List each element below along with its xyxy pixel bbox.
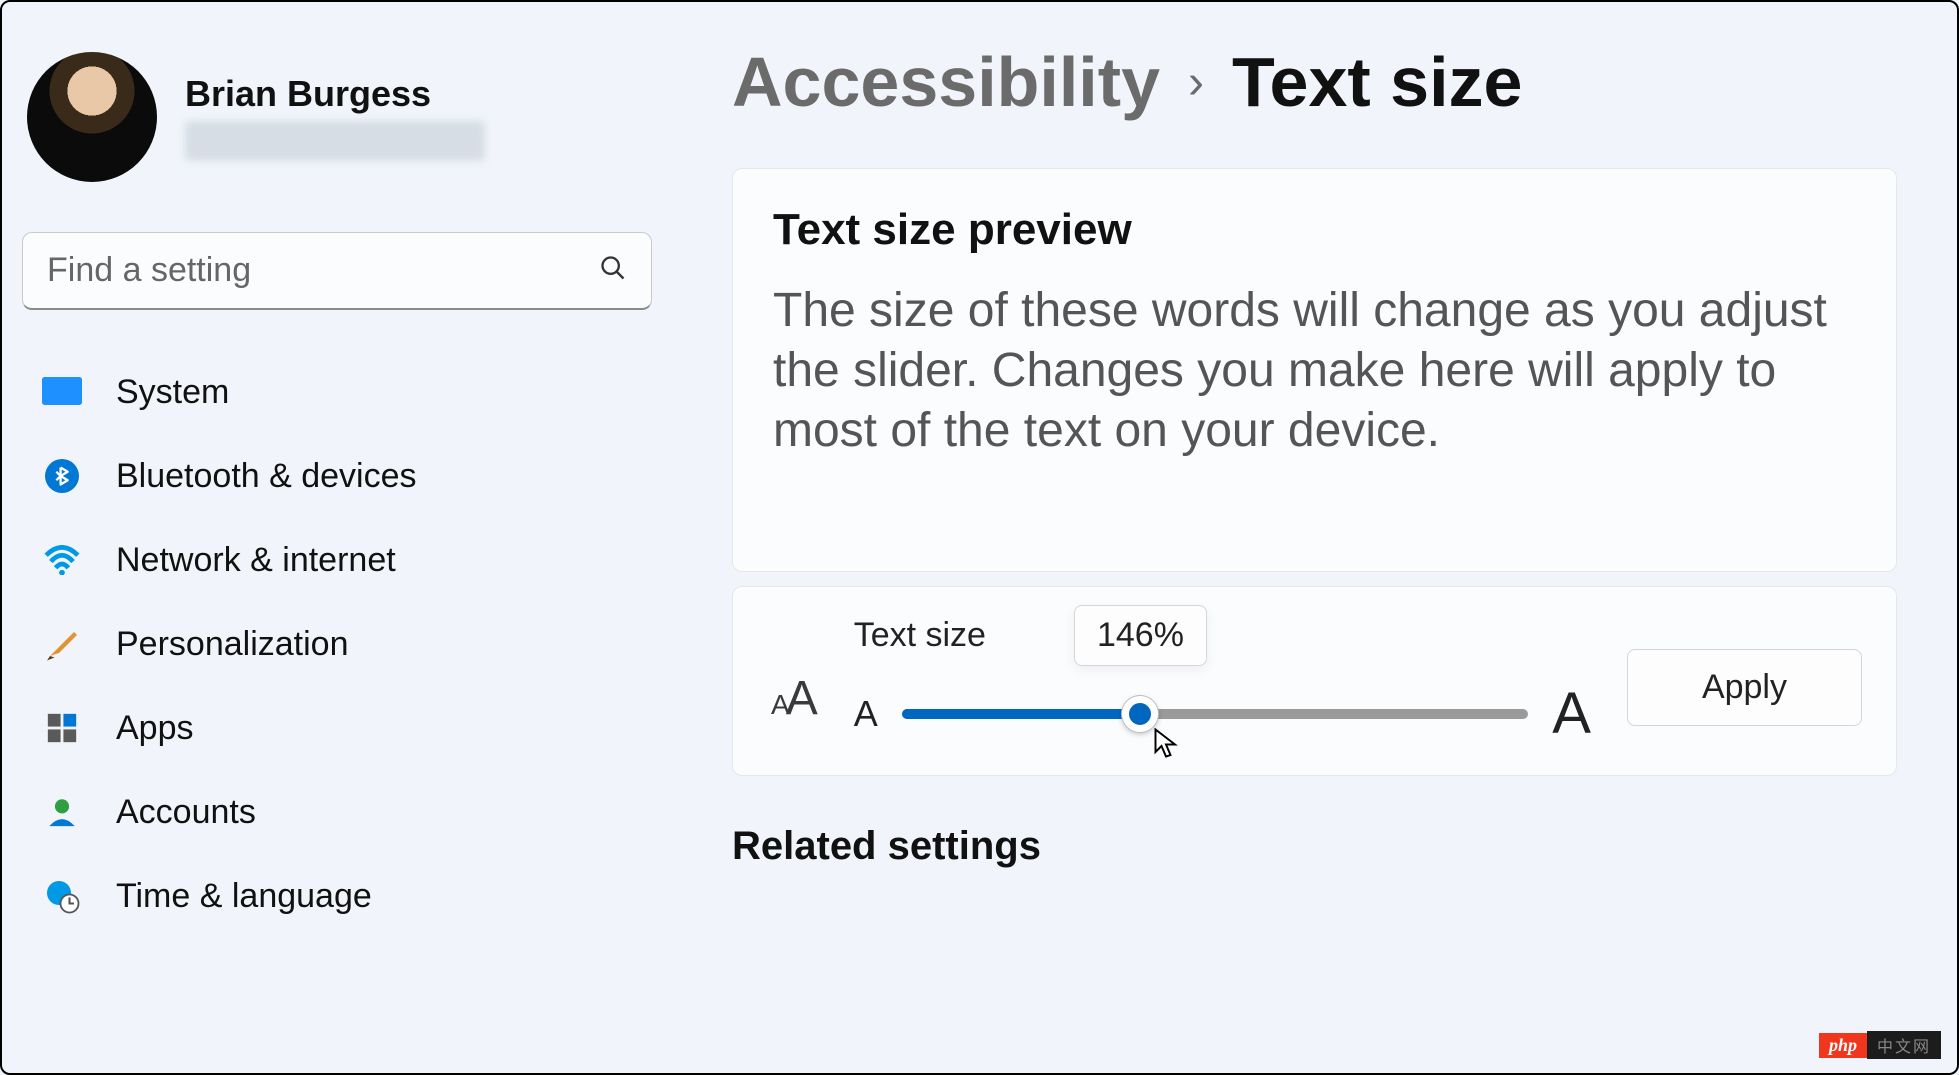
sidebar-item-label: Network & internet [116, 541, 396, 580]
text-size-icon: AA [761, 627, 818, 726]
sidebar-item-label: Accounts [116, 793, 256, 832]
user-account-row[interactable]: Brian Burgess [22, 42, 672, 212]
sidebar-item-network[interactable]: Network & internet [22, 518, 672, 602]
sidebar-item-bluetooth[interactable]: Bluetooth & devices [22, 434, 672, 518]
user-name: Brian Burgess [185, 73, 485, 115]
sidebar-item-personalization[interactable]: Personalization [22, 602, 672, 686]
text-size-preview-card: Text size preview The size of these word… [732, 168, 1897, 572]
apply-button[interactable]: Apply [1627, 649, 1862, 726]
wifi-icon [42, 540, 82, 580]
nav: System Bluetooth & devices Network & int… [22, 350, 672, 938]
breadcrumb-parent[interactable]: Accessibility [732, 42, 1160, 122]
breadcrumb: Accessibility › Text size [732, 42, 1897, 122]
clock-globe-icon [42, 876, 82, 916]
system-icon [42, 372, 82, 412]
sidebar-item-accounts[interactable]: Accounts [22, 770, 672, 854]
sidebar-item-label: System [116, 373, 229, 412]
watermark-left: php [1819, 1033, 1867, 1058]
text-size-slider-card: AA Text size 146% A [732, 586, 1897, 776]
slider-value-tooltip: 146% [1074, 605, 1207, 666]
user-info: Brian Burgess [185, 73, 485, 161]
bluetooth-icon [42, 456, 82, 496]
text-size-slider[interactable] [902, 694, 1529, 734]
preview-body: The size of these words will change as y… [773, 281, 1853, 461]
page-title: Text size [1232, 42, 1523, 122]
related-settings-heading: Related settings [732, 824, 1897, 869]
sidebar: Brian Burgess System [2, 2, 692, 1073]
sidebar-item-label: Personalization [116, 625, 348, 664]
main-content: Accessibility › Text size Text size prev… [692, 2, 1957, 1073]
slider-label: Text size [854, 616, 986, 655]
slider-max-marker: A [1552, 680, 1591, 747]
sidebar-item-label: Apps [116, 709, 194, 748]
sidebar-item-label: Bluetooth & devices [116, 457, 417, 496]
apps-icon [42, 708, 82, 748]
avatar [27, 52, 157, 182]
sidebar-item-label: Time & language [116, 877, 372, 916]
sidebar-item-apps[interactable]: Apps [22, 686, 672, 770]
paintbrush-icon [42, 624, 82, 664]
user-email-redacted [185, 121, 485, 161]
search-icon [599, 254, 627, 287]
watermark: php 中文网 [1819, 1031, 1941, 1059]
cursor-pointer-icon [1154, 728, 1178, 763]
sidebar-item-system[interactable]: System [22, 350, 672, 434]
search-box[interactable] [22, 232, 652, 310]
slider-fill [902, 709, 1140, 719]
person-icon [42, 792, 82, 832]
search-input[interactable] [47, 251, 599, 290]
preview-title: Text size preview [773, 205, 1856, 255]
chevron-right-icon: › [1188, 55, 1204, 110]
slider-thumb[interactable] [1122, 696, 1158, 732]
sidebar-item-time-language[interactable]: Time & language [22, 854, 672, 938]
watermark-right: 中文网 [1867, 1031, 1941, 1059]
slider-min-marker: A [854, 693, 878, 735]
